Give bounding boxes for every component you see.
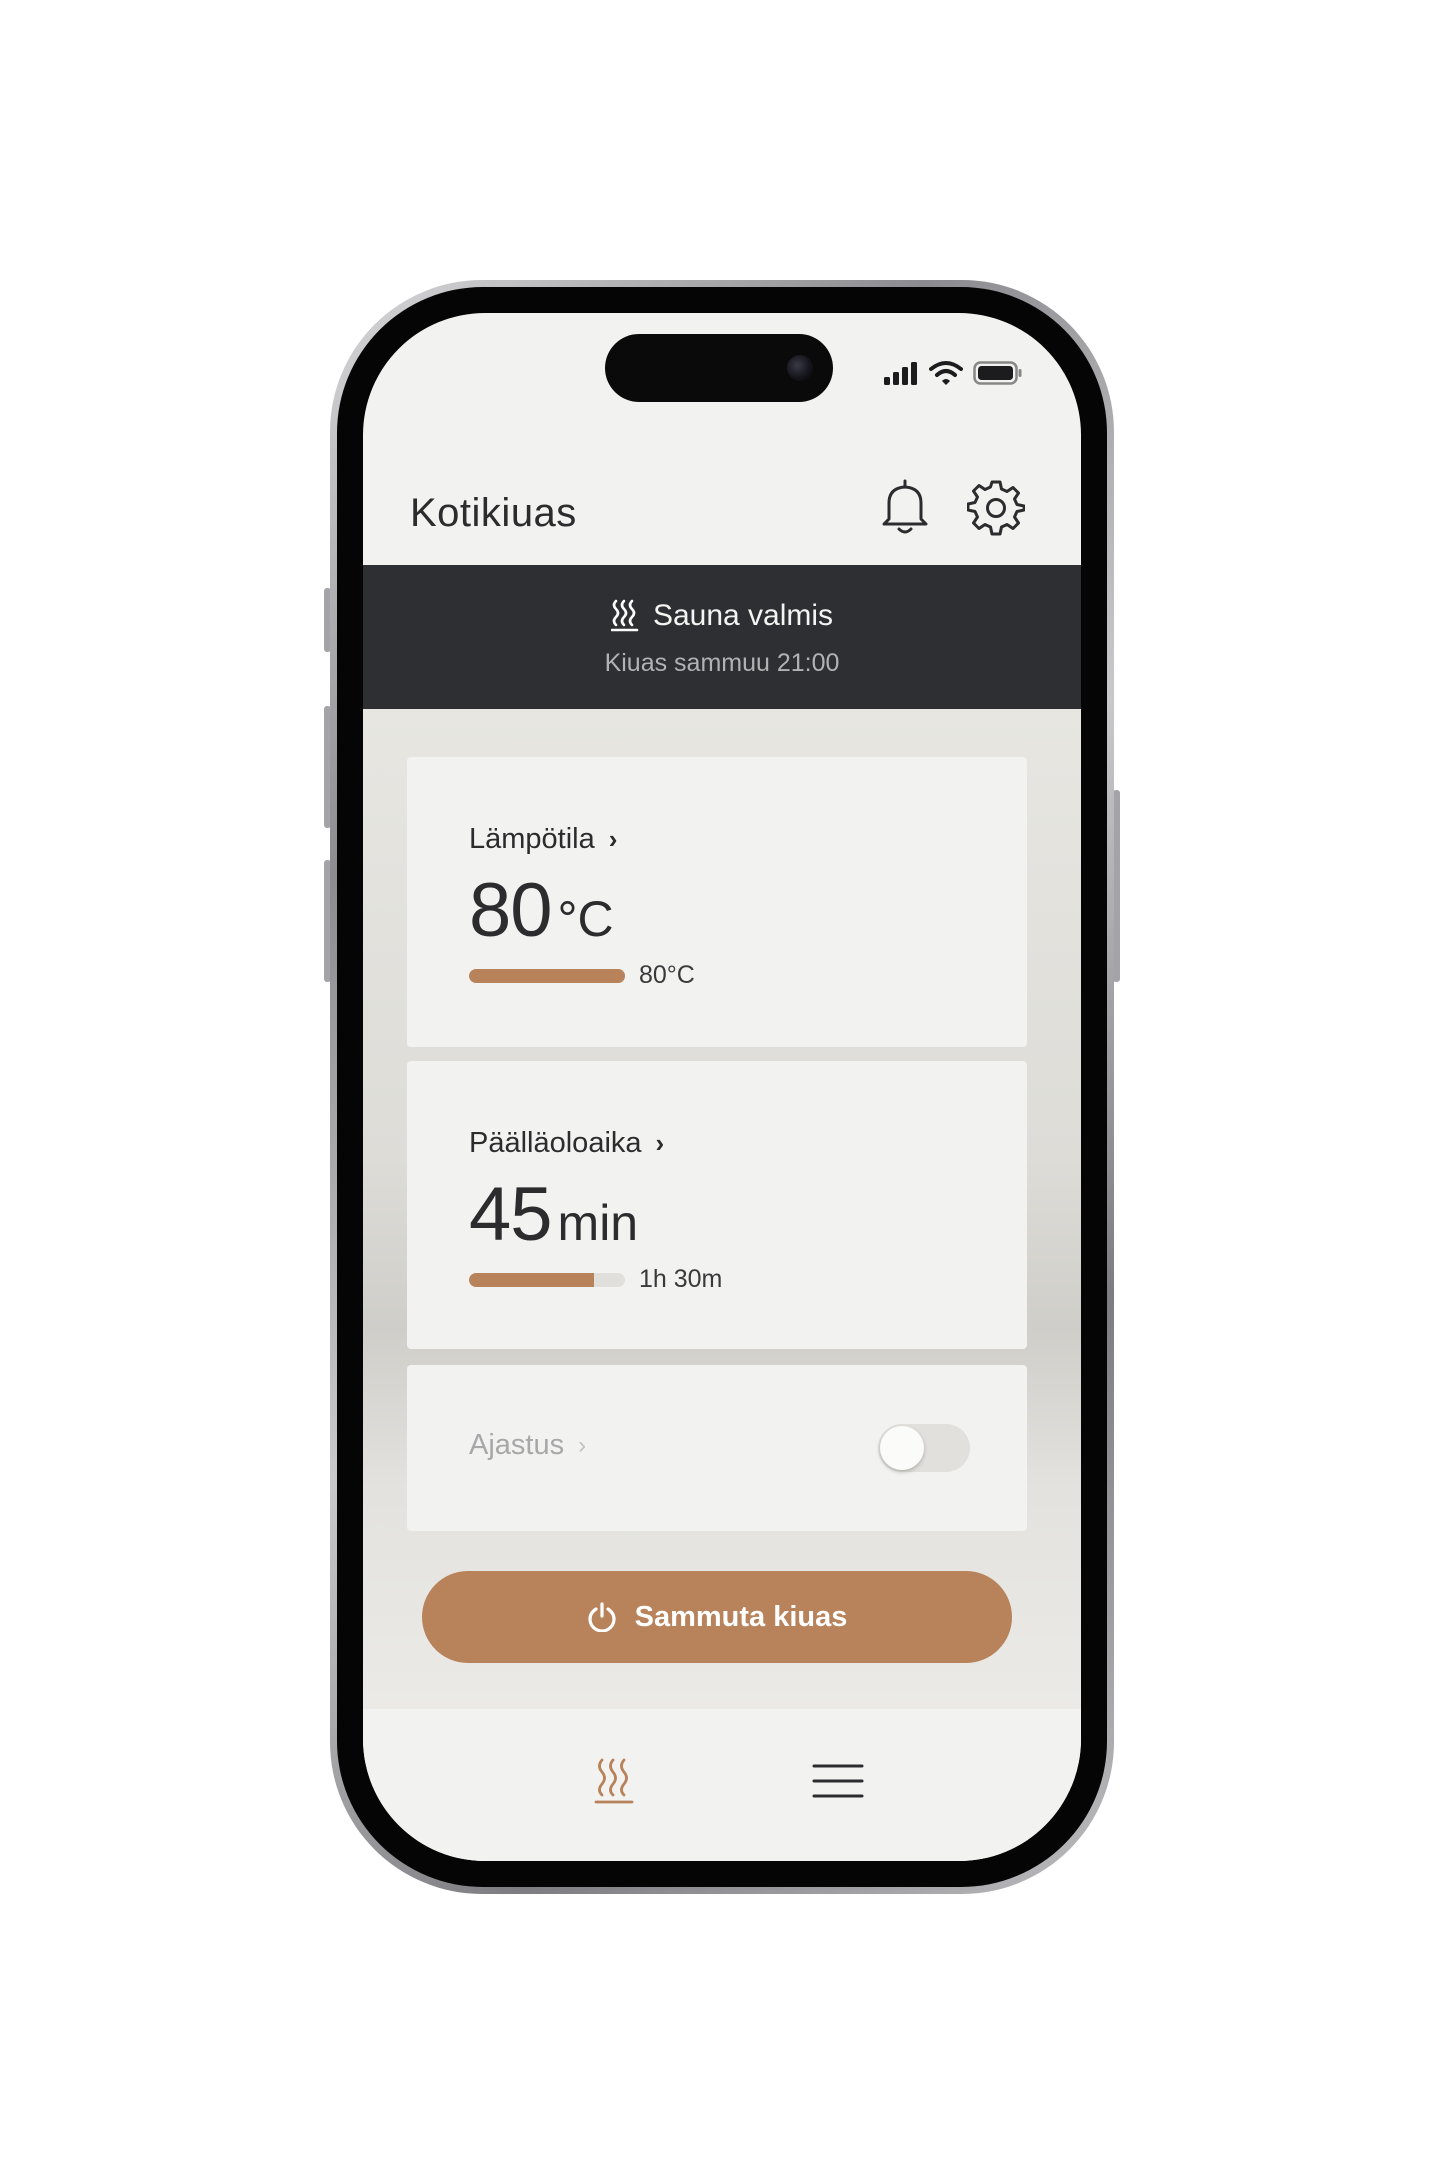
battery-icon: [973, 361, 1022, 385]
timer-card: Ajastus ›: [407, 1365, 1027, 1531]
nav-menu-tab[interactable]: [803, 1751, 873, 1811]
gear-icon[interactable]: [966, 475, 1026, 539]
bottom-nav: [363, 1709, 1081, 1861]
banner-subtitle: Kiuas sammuu 21:00: [604, 649, 840, 677]
banner-title: Sauna valmis: [652, 599, 834, 632]
temperature-target: 80°C: [639, 961, 695, 989]
phone-frame: Kotikiuas Sauna valmis Kiuas sammuu 21:0…: [330, 280, 1114, 1894]
chevron-right-icon: ›: [578, 1431, 587, 1459]
side-power-button: [1113, 790, 1120, 982]
phone-screen: Kotikiuas Sauna valmis Kiuas sammuu 21:0…: [363, 313, 1081, 1861]
chevron-right-icon: ›: [655, 1128, 665, 1158]
wifi-icon: [929, 361, 963, 385]
runtime-total: 1h 30m: [639, 1265, 723, 1293]
timer-label-row[interactable]: Ajastus ›: [469, 1429, 586, 1462]
runtime-value: 45 min: [469, 1171, 638, 1258]
dynamic-island: [605, 334, 833, 402]
toggle-knob: [880, 1426, 924, 1470]
temperature-progress-bar: [469, 969, 625, 983]
runtime-progress-fill: [469, 1273, 594, 1287]
status-banner: Sauna valmis Kiuas sammuu 21:00: [363, 565, 1081, 709]
turn-off-heater-label: Sammuta kiuas: [634, 1600, 848, 1633]
turn-off-heater-button[interactable]: Sammuta kiuas: [422, 1571, 1012, 1663]
bell-icon[interactable]: [875, 475, 935, 539]
timer-toggle[interactable]: [878, 1424, 970, 1472]
runtime-unit: min: [557, 1195, 639, 1251]
sauna-heat-icon: [594, 1758, 634, 1804]
camera-icon: [787, 355, 813, 381]
sauna-heat-icon: [610, 599, 639, 632]
app-title: Kotikiuas: [410, 491, 577, 535]
runtime-label: Päälläoloaika: [469, 1127, 642, 1159]
temperature-number: 80: [469, 868, 553, 953]
runtime-card[interactable]: Päälläoloaika › 45 min 1h 30m: [407, 1061, 1027, 1349]
timer-label: Ajastus: [469, 1429, 565, 1461]
chevron-right-icon: ›: [608, 824, 618, 854]
runtime-label-row: Päälläoloaika ›: [469, 1127, 664, 1160]
nav-sauna-tab[interactable]: [579, 1751, 649, 1811]
power-icon: [588, 1602, 616, 1632]
temperature-unit: °C: [557, 891, 614, 947]
temperature-label-row: Lämpötila ›: [469, 823, 617, 856]
runtime-progress-bar: [469, 1273, 625, 1287]
temperature-label: Lämpötila: [469, 823, 595, 855]
runtime-number: 45: [469, 1172, 553, 1257]
signal-icon: [884, 362, 917, 385]
temperature-value: 80 °C: [469, 867, 614, 954]
temperature-card[interactable]: Lämpötila › 80 °C 80°C: [407, 757, 1027, 1047]
app-header: Kotikiuas: [363, 433, 1081, 565]
status-bar: [883, 359, 1023, 387]
menu-icon: [812, 1764, 864, 1798]
main-content: Lämpötila › 80 °C 80°C Päälläoloaika › 4…: [363, 709, 1081, 1709]
phone-bezel: Kotikiuas Sauna valmis Kiuas sammuu 21:0…: [337, 287, 1107, 1887]
temperature-progress-fill: [469, 969, 625, 983]
